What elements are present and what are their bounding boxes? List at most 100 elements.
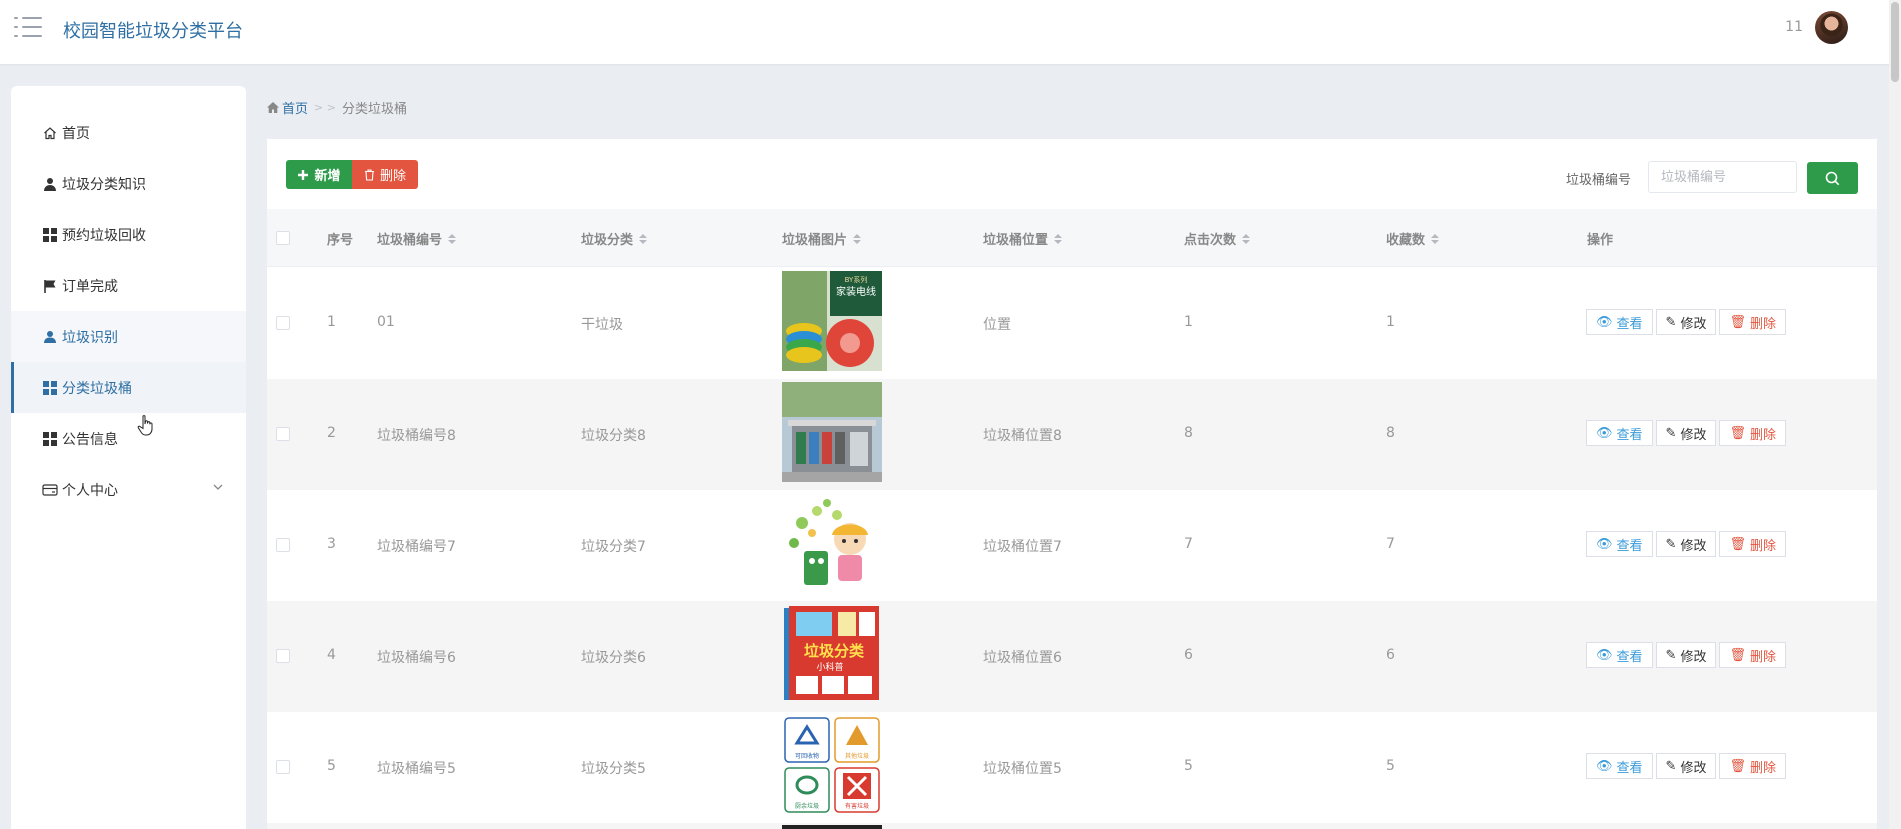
user-name[interactable]: 11 bbox=[1785, 19, 1803, 35]
menu-toggle-icon[interactable] bbox=[14, 16, 42, 38]
sidebar-item-knowledge[interactable]: 垃圾分类知识 bbox=[11, 158, 246, 209]
cell-location: 位置 bbox=[983, 317, 1011, 333]
bin-image[interactable] bbox=[782, 382, 882, 482]
plus-icon bbox=[298, 169, 309, 180]
cell-code: 垃圾桶编号5 bbox=[377, 761, 456, 777]
row-delete-button[interactable]: 🗑 删除 bbox=[1719, 642, 1786, 668]
cell-favorites: 6 bbox=[1386, 647, 1395, 663]
sidebar-item-bins[interactable]: 分类垃圾桶 bbox=[11, 362, 246, 413]
view-button-label: 查看 bbox=[1616, 760, 1643, 776]
row-delete-button[interactable]: 🗑 删除 bbox=[1719, 309, 1786, 335]
sign-label: 厨余垃圾 bbox=[795, 802, 819, 810]
cell-category: 垃圾分类8 bbox=[581, 428, 646, 444]
top-header: 校园智能垃圾分类平台 11 bbox=[0, 0, 1901, 64]
search-icon bbox=[1825, 171, 1840, 185]
sort-icon[interactable] bbox=[1242, 233, 1251, 244]
cell-location: 垃圾桶位置8 bbox=[983, 428, 1062, 444]
column-label: 操作 bbox=[1587, 233, 1614, 248]
edit-button[interactable]: ✎ 修改 bbox=[1655, 642, 1717, 668]
sidebar-item-label: 预约垃圾回收 bbox=[62, 227, 146, 244]
cell-category: 垃圾分类7 bbox=[581, 539, 646, 555]
edit-button[interactable]: ✎ 修改 bbox=[1655, 420, 1717, 446]
add-button[interactable]: 新增 bbox=[286, 160, 352, 189]
row-delete-button[interactable]: 🗑 删除 bbox=[1719, 753, 1786, 779]
column-code[interactable]: 垃圾桶编号 bbox=[377, 229, 457, 248]
sidebar-item-label: 公告信息 bbox=[62, 431, 118, 448]
sort-icon[interactable] bbox=[1054, 233, 1063, 244]
edit-icon: ✎ bbox=[1665, 314, 1677, 330]
view-button[interactable]: 👁 查看 bbox=[1586, 420, 1653, 446]
trash-icon: 🗑 bbox=[1729, 536, 1746, 552]
breadcrumb-home[interactable]: 首页 bbox=[267, 98, 308, 117]
eye-icon: 👁 bbox=[1596, 758, 1613, 774]
book-title: 垃圾分类 bbox=[804, 642, 865, 660]
bin-image[interactable] bbox=[782, 825, 882, 829]
sidebar-item-notices[interactable]: 公告信息 bbox=[11, 413, 246, 464]
bin-image[interactable] bbox=[782, 493, 882, 593]
edit-button[interactable]: ✎ 修改 bbox=[1655, 309, 1717, 335]
edit-icon: ✎ bbox=[1665, 425, 1677, 441]
sidebar-item-home[interactable]: 首页 bbox=[11, 107, 246, 158]
scrollbar-thumb[interactable] bbox=[1891, 2, 1899, 82]
cell-location: 垃圾桶位置5 bbox=[983, 761, 1062, 777]
eye-icon: 👁 bbox=[1596, 314, 1613, 330]
row-checkbox[interactable] bbox=[276, 538, 290, 552]
sort-icon[interactable] bbox=[853, 233, 862, 244]
grid-icon bbox=[42, 227, 58, 243]
bin-image[interactable]: BY系列 家装电线 bbox=[782, 271, 882, 371]
edit-button[interactable]: ✎ 修改 bbox=[1655, 531, 1717, 557]
search-button[interactable] bbox=[1807, 162, 1858, 194]
avatar[interactable] bbox=[1815, 11, 1848, 44]
row-actions: 👁 查看 ✎ 修改 🗑 删除 bbox=[1586, 753, 1789, 779]
bin-image[interactable]: 可回收物 其他垃圾 厨余垃圾 有害垃圾 bbox=[782, 715, 882, 815]
row-checkbox[interactable] bbox=[276, 427, 290, 441]
row-delete-button[interactable]: 🗑 删除 bbox=[1719, 420, 1786, 446]
row-delete-button[interactable]: 🗑 删除 bbox=[1719, 531, 1786, 557]
row-checkbox[interactable] bbox=[276, 760, 290, 774]
table-row bbox=[267, 823, 1877, 829]
home-icon bbox=[267, 102, 279, 113]
view-button[interactable]: 👁 查看 bbox=[1586, 642, 1653, 668]
breadcrumb-separator: > > bbox=[314, 101, 336, 114]
column-favorites[interactable]: 收藏数 bbox=[1386, 229, 1440, 248]
view-button[interactable]: 👁 查看 bbox=[1586, 753, 1653, 779]
row-delete-button-label: 删除 bbox=[1749, 760, 1776, 776]
select-all-checkbox[interactable] bbox=[276, 231, 290, 245]
sidebar-item-label: 个人中心 bbox=[62, 482, 118, 499]
search-label: 垃圾桶编号 bbox=[1566, 173, 1632, 188]
sidebar-item-recognition[interactable]: 垃圾识别 bbox=[11, 311, 246, 362]
search-input[interactable] bbox=[1648, 161, 1797, 193]
column-label: 收藏数 bbox=[1386, 233, 1426, 248]
wallet-icon bbox=[42, 482, 58, 498]
cell-favorites: 5 bbox=[1386, 758, 1395, 774]
edit-button[interactable]: ✎ 修改 bbox=[1655, 753, 1717, 779]
column-image[interactable]: 垃圾桶图片 bbox=[782, 229, 862, 248]
column-clicks[interactable]: 点击次数 bbox=[1184, 229, 1251, 248]
user-icon bbox=[42, 176, 58, 192]
add-button-label: 新增 bbox=[314, 169, 341, 184]
edit-icon: ✎ bbox=[1665, 647, 1677, 663]
row-delete-button-label: 删除 bbox=[1749, 538, 1776, 554]
bin-image[interactable]: 垃圾分类 小科普 bbox=[782, 604, 882, 704]
sort-icon[interactable] bbox=[639, 233, 648, 244]
delete-button[interactable]: 删除 bbox=[352, 160, 418, 189]
breadcrumb-current: 分类垃圾桶 bbox=[341, 102, 407, 117]
view-button[interactable]: 👁 查看 bbox=[1586, 531, 1653, 557]
row-checkbox[interactable] bbox=[276, 316, 290, 330]
column-category[interactable]: 垃圾分类 bbox=[581, 229, 648, 248]
sort-icon[interactable] bbox=[448, 233, 457, 244]
sidebar-item-profile[interactable]: 个人中心 bbox=[11, 464, 246, 515]
row-actions: 👁 查看 ✎ 修改 🗑 删除 bbox=[1586, 309, 1789, 335]
sidebar-item-orders[interactable]: 订单完成 bbox=[11, 260, 246, 311]
sidebar-item-appointment[interactable]: 预约垃圾回收 bbox=[11, 209, 246, 260]
column-location[interactable]: 垃圾桶位置 bbox=[983, 229, 1063, 248]
cell-code: 垃圾桶编号6 bbox=[377, 650, 456, 666]
sort-icon[interactable] bbox=[1431, 233, 1440, 244]
home-icon bbox=[42, 125, 58, 141]
cell-index: 2 bbox=[327, 425, 336, 441]
cell-clicks: 1 bbox=[1184, 314, 1193, 330]
scrollbar[interactable] bbox=[1889, 0, 1901, 829]
sidebar: 首页 垃圾分类知识 预约垃圾回收 订单完成 垃圾识别 分类垃圾桶 公告信息 个人… bbox=[11, 86, 246, 829]
row-checkbox[interactable] bbox=[276, 649, 290, 663]
view-button[interactable]: 👁 查看 bbox=[1586, 309, 1653, 335]
